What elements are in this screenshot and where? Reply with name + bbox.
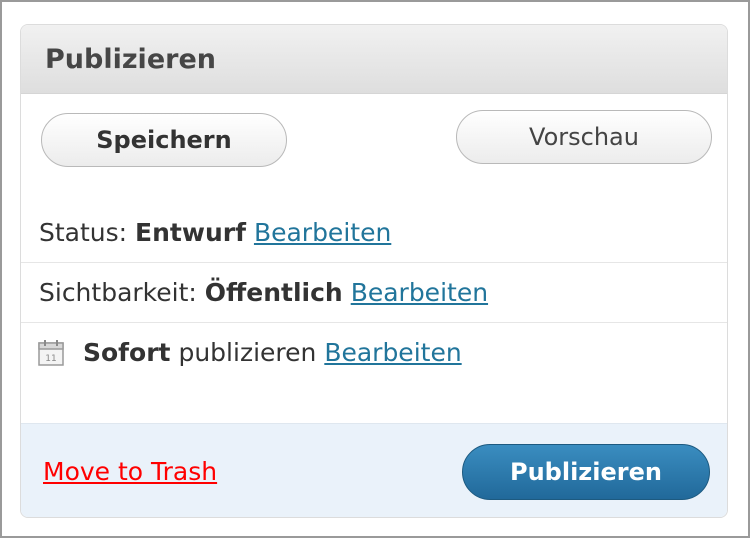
preview-button[interactable]: Vorschau <box>456 110 712 164</box>
calendar-icon: 11 <box>38 340 64 366</box>
calendar-day: 11 <box>45 354 56 364</box>
panel-title: Publizieren <box>45 44 216 75</box>
status-row: Status: Entwurf Bearbeiten <box>21 203 727 263</box>
publish-panel: Publizieren Speichern Vorschau Status: E… <box>20 24 728 518</box>
visibility-edit-link[interactable]: Bearbeiten <box>351 278 488 307</box>
schedule-suffix: publizieren <box>178 338 317 367</box>
visibility-row: Sichtbarkeit: Öffentlich Bearbeiten <box>21 263 727 323</box>
status-label: Status: <box>39 218 128 247</box>
schedule-edit-link[interactable]: Bearbeiten <box>324 338 461 367</box>
publish-button[interactable]: Publizieren <box>462 444 710 500</box>
save-button[interactable]: Speichern <box>41 113 287 167</box>
panel-header: Publizieren <box>21 25 727 94</box>
schedule-row: 11 Sofort publizieren Bearbeiten <box>21 323 727 383</box>
panel-footer: Move to Trash Publizieren <box>21 423 727 517</box>
status-edit-link[interactable]: Bearbeiten <box>254 218 391 247</box>
visibility-label: Sichtbarkeit: <box>39 278 197 307</box>
schedule-value: Sofort <box>83 338 171 367</box>
status-value: Entwurf <box>135 218 246 247</box>
screenshot-frame: Publizieren Speichern Vorschau Status: E… <box>0 0 750 538</box>
move-to-trash-link[interactable]: Move to Trash <box>43 457 217 486</box>
visibility-value: Öffentlich <box>204 278 343 307</box>
